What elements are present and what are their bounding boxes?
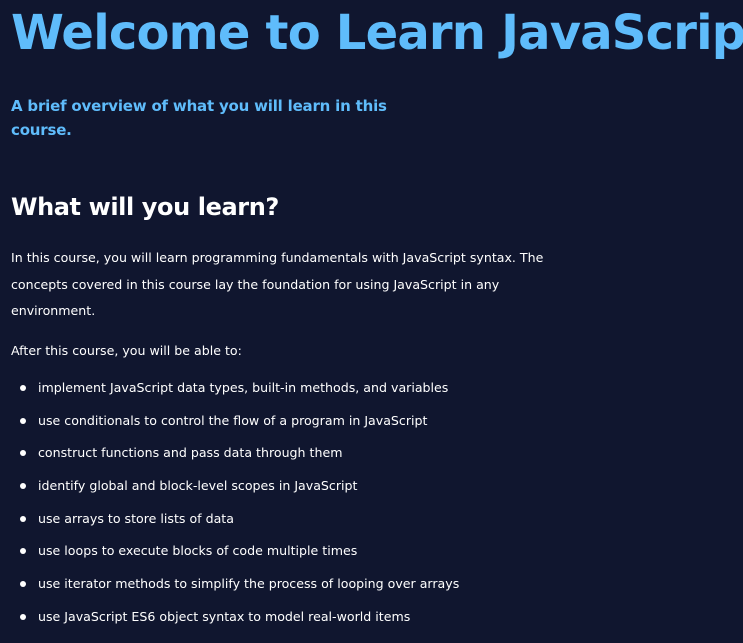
page-title: Welcome to Learn JavaScript — [11, 5, 743, 61]
bullet-dot-icon — [20, 515, 26, 522]
outcome-text: construct functions and pass data throug… — [38, 445, 343, 461]
outcome-item: use arrays to store lists of data — [0, 506, 459, 539]
outcome-text: use loops to execute blocks of code mult… — [38, 543, 358, 559]
bullet-dot-icon — [20, 450, 26, 457]
outcome-item: use JavaScript ES6 object syntax to mode… — [0, 604, 459, 637]
learning-outcomes-list: implement JavaScript data types, built-i… — [0, 375, 459, 637]
outcomes-lead: After this course, you will be able to: — [11, 343, 242, 358]
outcome-item: implement JavaScript data types, built-i… — [0, 375, 459, 408]
bullet-dot-icon — [20, 581, 26, 588]
outcome-item: identify global and block-level scopes i… — [0, 473, 459, 506]
bullet-dot-icon — [20, 548, 26, 555]
page-subtitle: A brief overview of what you will learn … — [11, 97, 387, 139]
outcome-text: use conditionals to control the flow of … — [38, 412, 428, 428]
bullet-dot-icon — [20, 385, 26, 391]
course-overview-page: Welcome to Learn JavaScript A brief over… — [0, 0, 743, 643]
outcome-item: use loops to execute blocks of code mult… — [0, 538, 459, 571]
outcome-text: use iterator methods to simplify the pro… — [38, 576, 460, 592]
section-intro: In this course, you will learn programmi… — [11, 250, 544, 318]
bullet-dot-icon — [20, 613, 26, 620]
outcome-item: construct functions and pass data throug… — [0, 440, 459, 473]
outcome-text: identify global and block-level scopes i… — [38, 478, 358, 494]
outcome-text: implement JavaScript data types, built-i… — [38, 380, 449, 395]
outcome-item: use iterator methods to simplify the pro… — [0, 571, 459, 604]
outcome-item: use conditionals to control the flow of … — [0, 408, 459, 441]
bullet-dot-icon — [20, 417, 26, 424]
section-heading: What will you learn? — [11, 193, 279, 221]
outcome-text: use arrays to store lists of data — [38, 510, 234, 526]
outcome-text: use JavaScript ES6 object syntax to mode… — [38, 608, 411, 624]
bullet-dot-icon — [20, 483, 26, 490]
